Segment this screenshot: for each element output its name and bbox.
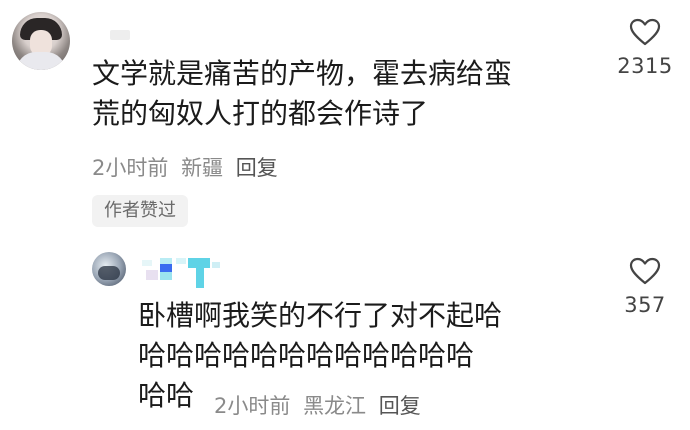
comment-line: 卧槽啊我笑的不行了对不起哈 [138, 299, 503, 332]
like-count: 2315 [617, 54, 673, 78]
comment-line: 哈哈 [138, 379, 195, 412]
comment-time: 2小时前 [214, 394, 291, 418]
reply-button[interactable]: 回复 [379, 394, 421, 418]
reply-button[interactable]: 回复 [236, 156, 278, 180]
comment-location: 黑龙江 [303, 394, 367, 418]
comment-location: 新疆 [181, 156, 224, 180]
comment-text: 文学就是痛苦的产物，霍去病给蛮 荒的匈奴人打的都会作诗了 [92, 54, 512, 134]
username-mosaic [142, 252, 222, 296]
comment-meta: 2小时前 新疆 回复 [92, 152, 284, 182]
comment-line: 荒的匈奴人打的都会作诗了 [92, 97, 429, 130]
avatar-shade [98, 266, 120, 280]
comment-time: 2小时前 [92, 156, 169, 180]
like-count: 357 [624, 293, 666, 317]
author-liked-badge: 作者赞过 [92, 195, 188, 227]
comment-line: 哈哈哈哈哈哈哈哈哈哈哈哈 [138, 339, 475, 372]
avatar-robe [16, 52, 66, 70]
avatar[interactable] [92, 252, 126, 286]
username-redacted [110, 30, 130, 40]
like-button[interactable]: 2315 [610, 18, 680, 78]
heart-outline-icon [629, 257, 661, 285]
avatar[interactable] [12, 12, 70, 70]
heart-outline-icon [629, 18, 661, 46]
like-button[interactable]: 357 [610, 257, 680, 317]
comment-line: 文学就是痛苦的产物，霍去病给蛮 [92, 57, 513, 90]
comment-meta: 2小时前 黑龙江 回复 [214, 390, 427, 420]
